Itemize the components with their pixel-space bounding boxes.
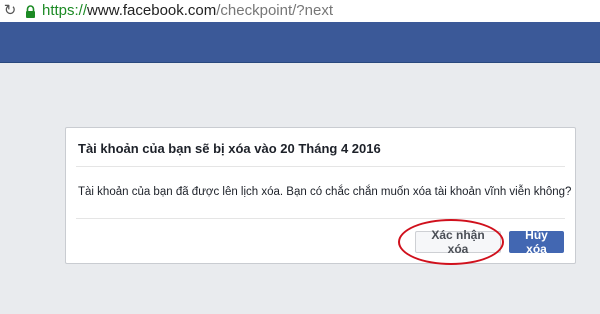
url-scheme: https:// [42, 2, 88, 19]
dialog-divider-top [76, 166, 565, 167]
url-text[interactable]: https://www.facebook.com/checkpoint/?nex… [42, 0, 333, 22]
cancel-delete-button[interactable]: Hủy xóa [509, 228, 564, 256]
dialog-title: Tài khoản của bạn sẽ bị xóa vào 20 Tháng… [78, 141, 381, 156]
url-path: /checkpoint/?next [216, 2, 334, 19]
browser-address-bar[interactable]: ↻ https://www.facebook.com/checkpoint/?n… [0, 0, 600, 23]
dialog-divider-bottom [76, 218, 565, 219]
lock-icon [25, 0, 36, 22]
dialog-message: Tài khoản của bạn đã được lên lịch xóa. … [78, 186, 572, 198]
facebook-header-bar [0, 22, 600, 63]
reload-icon[interactable]: ↻ [3, 0, 17, 22]
url-host: www.facebook.com [87, 2, 217, 19]
delete-account-dialog: Tài khoản của bạn sẽ bị xóa vào 20 Tháng… [65, 127, 576, 264]
confirm-delete-button[interactable]: Xác nhận xóa [415, 228, 501, 256]
